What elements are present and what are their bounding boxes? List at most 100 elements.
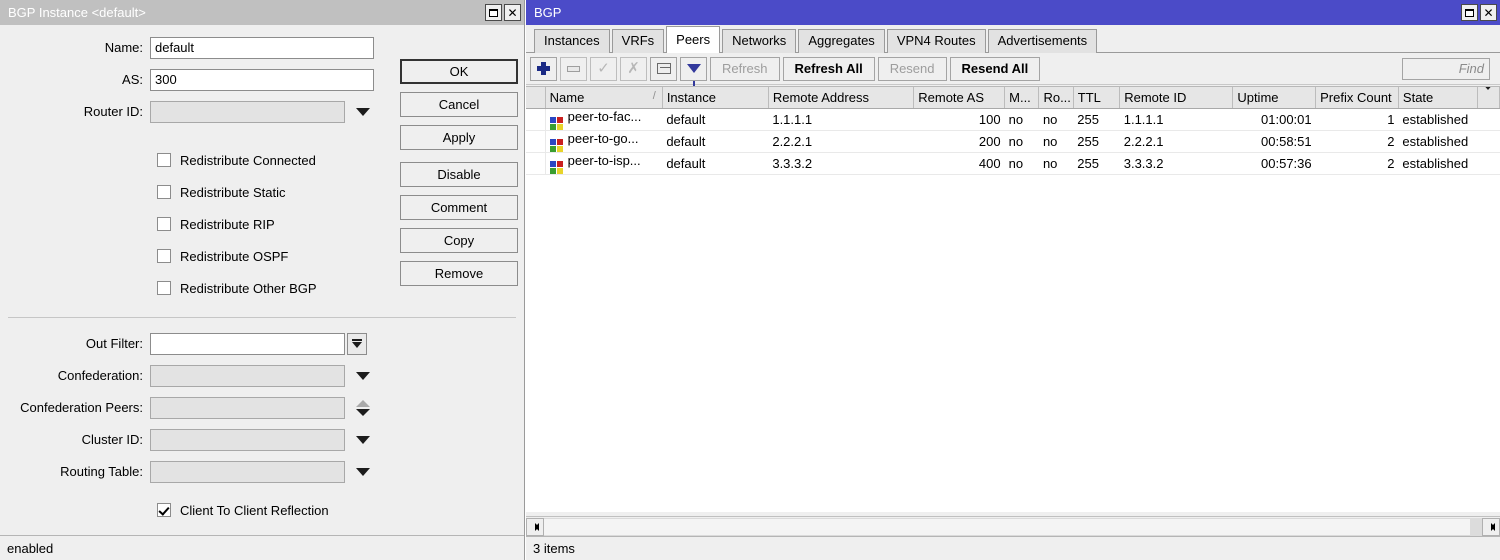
checkbox-row-client-to-client-reflection[interactable]: Client To Client Reflection (0, 494, 524, 526)
cell-name: peer-to-fac... (545, 108, 662, 130)
checkbox-redistribute-other-bgp[interactable] (157, 281, 171, 295)
tab-aggregates[interactable]: Aggregates (798, 29, 885, 53)
header-ttl[interactable]: TTL (1073, 87, 1119, 108)
right-window-statusbar: 3 items (526, 536, 1500, 560)
left-window-statusbar: enabled (0, 535, 524, 560)
checkbox-redistribute-ospf[interactable] (157, 249, 171, 263)
header-prefix-count[interactable]: Prefix Count (1316, 87, 1399, 108)
name-input[interactable] (150, 37, 374, 59)
header-remote-address[interactable]: Remote Address (768, 87, 913, 108)
header-name[interactable]: Name / (545, 87, 662, 108)
tab-networks[interactable]: Networks (722, 29, 796, 53)
scroll-right-icon[interactable] (1482, 518, 1500, 536)
checkbox-redistribute-static[interactable] (157, 185, 171, 199)
confederation-input[interactable] (150, 365, 345, 387)
left-status-text: enabled (7, 541, 53, 556)
chevron-down-icon-cluster-id[interactable] (356, 436, 370, 444)
comment-icon[interactable] (650, 57, 677, 81)
header-multihop[interactable]: M... (1005, 87, 1039, 108)
left-window-controls: ✕ (485, 4, 524, 21)
ok-button[interactable]: OK (400, 59, 518, 84)
label-redistribute-connected: Redistribute Connected (180, 153, 316, 168)
field-row-name: Name: (0, 34, 524, 61)
table-row[interactable]: peer-to-fac... default 1.1.1.1 100 no no… (526, 108, 1500, 130)
copy-button[interactable]: Copy (400, 228, 518, 253)
chevron-down-icon-routing-table[interactable] (356, 468, 370, 476)
cell-ttl: 255 (1073, 152, 1119, 174)
comment-button[interactable]: Comment (400, 195, 518, 220)
enable-icon[interactable]: ✓ (590, 57, 617, 81)
peer-status-icon (550, 139, 563, 152)
remove-button[interactable]: Remove (400, 261, 518, 286)
scroll-left-icon[interactable] (526, 518, 544, 536)
header-remote-id[interactable]: Remote ID (1120, 87, 1233, 108)
table-row[interactable]: peer-to-go... default 2.2.2.1 200 no no … (526, 130, 1500, 152)
tab-vrfs[interactable]: VRFs (612, 29, 665, 53)
scrollbar-track[interactable] (544, 518, 1470, 536)
maximize-icon[interactable] (485, 4, 502, 21)
router-id-input[interactable] (150, 101, 345, 123)
chevron-down-icon-columns[interactable] (1482, 87, 1494, 105)
cluster-id-input[interactable] (150, 429, 345, 451)
confederation-peers-input[interactable] (150, 397, 345, 419)
cell-prefix-count: 2 (1316, 130, 1399, 152)
spinner-confederation-peers[interactable] (356, 400, 370, 416)
bgp-window: BGP ✕ Instances VRFs Peers Networks Aggr… (526, 0, 1500, 560)
cell-state: established (1398, 130, 1477, 152)
cell-remote-as: 400 (914, 152, 1005, 174)
chevron-down-icon-router-id[interactable] (356, 108, 370, 116)
left-window-titlebar[interactable]: BGP Instance <default> ✕ (0, 0, 524, 25)
add-icon[interactable] (530, 57, 557, 81)
chevron-down-icon-confederation[interactable] (356, 372, 370, 380)
tab-advertisements[interactable]: Advertisements (988, 29, 1098, 53)
header-state[interactable]: State (1398, 87, 1477, 108)
checkbox-redistribute-rip[interactable] (157, 217, 171, 231)
header-uptime[interactable]: Uptime (1233, 87, 1316, 108)
label-redistribute-rip: Redistribute RIP (180, 217, 275, 232)
header-remote-as[interactable]: Remote AS (914, 87, 1005, 108)
filter-icon[interactable] (680, 57, 707, 81)
header-gutter (526, 87, 545, 108)
find-input[interactable]: Find (1402, 58, 1490, 80)
horizontal-scrollbar[interactable] (526, 516, 1500, 536)
tab-vpn4-routes[interactable]: VPN4 Routes (887, 29, 986, 53)
refresh-all-button[interactable]: Refresh All (783, 57, 875, 81)
label-redistribute-static: Redistribute Static (180, 185, 286, 200)
label-confederation-peers: Confederation Peers: (0, 400, 150, 415)
close-icon[interactable]: ✕ (504, 4, 521, 21)
header-instance[interactable]: Instance (662, 87, 768, 108)
cell-route-reflect: no (1039, 130, 1073, 152)
cell-uptime: 01:00:01 (1233, 108, 1316, 130)
close-icon[interactable]: ✕ (1480, 4, 1497, 21)
routing-table-input[interactable] (150, 461, 345, 483)
apply-button[interactable]: Apply (400, 125, 518, 150)
chevron-up-icon[interactable] (356, 400, 370, 407)
label-router-id: Router ID: (0, 104, 150, 119)
disable-icon[interactable]: ✗ (620, 57, 647, 81)
header-column-menu[interactable] (1477, 87, 1499, 108)
chevron-down-icon[interactable] (356, 409, 370, 416)
maximize-icon[interactable] (1461, 4, 1478, 21)
left-window-title: BGP Instance <default> (8, 0, 485, 25)
cell-instance: default (662, 130, 768, 152)
refresh-button[interactable]: Refresh (710, 57, 780, 81)
right-window-titlebar[interactable]: BGP ✕ (526, 0, 1500, 25)
checkbox-redistribute-connected[interactable] (157, 153, 171, 167)
header-route-reflect[interactable]: Ro... (1039, 87, 1073, 108)
cell-remote-address: 3.3.3.2 (768, 152, 913, 174)
tab-instances[interactable]: Instances (534, 29, 610, 53)
cell-uptime: 00:58:51 (1233, 130, 1316, 152)
out-filter-input[interactable] (150, 333, 345, 355)
cancel-button[interactable]: Cancel (400, 92, 518, 117)
resend-button[interactable]: Resend (878, 57, 947, 81)
resend-all-button[interactable]: Resend All (950, 57, 1041, 81)
dropdown-button-out-filter[interactable] (347, 333, 367, 355)
disable-button[interactable]: Disable (400, 162, 518, 187)
table-row[interactable]: peer-to-isp... default 3.3.3.2 400 no no… (526, 152, 1500, 174)
as-input[interactable] (150, 69, 374, 91)
tab-peers[interactable]: Peers (666, 26, 720, 53)
bgp-instance-window: BGP Instance <default> ✕ Name: AS: Route… (0, 0, 525, 560)
bgp-instance-form: Name: AS: Router ID: Redistribute Connec… (0, 25, 524, 535)
remove-icon[interactable] (560, 57, 587, 81)
checkbox-client-to-client-reflection[interactable] (157, 503, 171, 517)
